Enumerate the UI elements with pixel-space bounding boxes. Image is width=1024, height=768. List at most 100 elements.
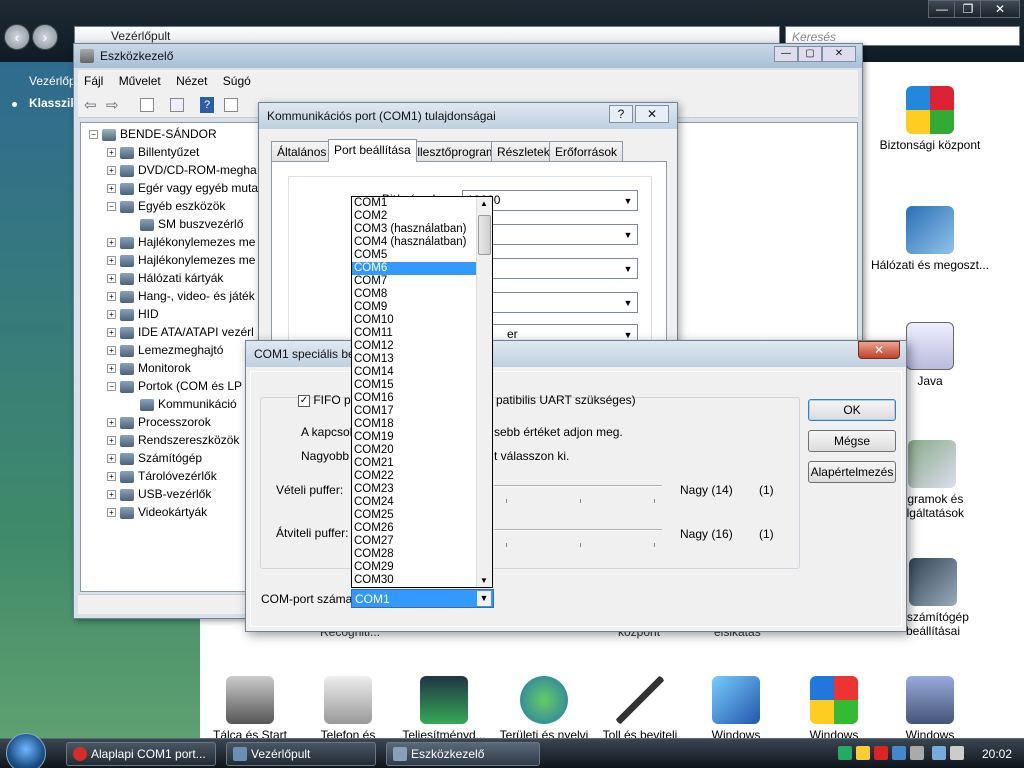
expand-icon[interactable]: + xyxy=(107,292,116,302)
tab-general[interactable]: Általános xyxy=(271,141,333,161)
list-icon[interactable] xyxy=(170,98,184,112)
forward-arrow-icon[interactable]: ⇨ xyxy=(106,96,119,114)
expand-icon[interactable]: + xyxy=(107,328,116,338)
com-option[interactable]: COM18 xyxy=(352,418,477,431)
com-option[interactable]: COM9 xyxy=(352,301,477,314)
expand-icon[interactable]: + xyxy=(107,454,116,464)
tray-icon[interactable] xyxy=(838,746,852,760)
tree-item[interactable]: + IDE ATA/ATAPI vezérl xyxy=(107,325,254,343)
expand-icon[interactable]: + xyxy=(107,238,116,248)
tree-item[interactable]: + Processzorok xyxy=(107,415,211,433)
tab-port-settings[interactable]: Port beállítása xyxy=(328,139,417,162)
tab-details[interactable]: Részletek xyxy=(491,141,556,161)
collapse-icon[interactable]: − xyxy=(107,202,116,212)
com-option[interactable]: COM26 xyxy=(352,522,477,535)
tree-item[interactable]: + DVD/CD-ROM-megha xyxy=(107,163,257,181)
close-button[interactable]: ✕ xyxy=(858,341,900,359)
tree-item[interactable]: SM buszvezérlő xyxy=(125,217,243,235)
com-option[interactable]: COM19 xyxy=(352,431,477,444)
expand-icon[interactable]: + xyxy=(107,418,116,428)
help-icon[interactable]: ? xyxy=(200,97,214,113)
com-option[interactable]: COM4 (használatban) xyxy=(352,236,477,249)
com-option[interactable]: COM24 xyxy=(352,496,477,509)
expand-icon[interactable]: + xyxy=(107,508,116,518)
collapse-icon[interactable]: − xyxy=(89,130,98,140)
com-option[interactable]: COM20 xyxy=(352,444,477,457)
com-option[interactable]: COM30 xyxy=(352,574,477,587)
expand-icon[interactable]: + xyxy=(107,364,116,374)
back-arrow-icon[interactable]: ⇦ xyxy=(84,96,97,114)
window-icon[interactable] xyxy=(224,98,238,112)
tree-item[interactable]: + Hálózati kártyák xyxy=(107,271,223,289)
help-button[interactable]: ? xyxy=(609,105,633,123)
expand-icon[interactable]: + xyxy=(107,256,116,266)
task-control-panel[interactable]: Vezérlőpult xyxy=(226,742,376,766)
tree-item[interactable]: + Billentyűzet xyxy=(107,145,199,163)
menu-help[interactable]: Súgó xyxy=(217,70,257,92)
task-browser[interactable]: Alaplapi COM1 port... xyxy=(66,742,216,766)
tree-root[interactable]: − BENDE-SÁNDOR xyxy=(89,127,217,145)
com-option[interactable]: COM27 xyxy=(352,535,477,548)
com-option[interactable]: COM15 xyxy=(352,379,477,392)
properties-icon[interactable] xyxy=(140,98,154,112)
com-option[interactable]: COM28 xyxy=(352,548,477,561)
menu-file[interactable]: Fájl xyxy=(78,70,109,92)
cp-item-network[interactable]: Hálózati és megoszt... xyxy=(870,206,990,272)
tray-icon[interactable] xyxy=(856,746,870,760)
tree-item[interactable]: − Portok (COM és LP xyxy=(107,379,242,397)
expand-icon[interactable]: + xyxy=(107,274,116,284)
expand-icon[interactable]: + xyxy=(107,346,116,356)
com-option[interactable]: COM11 xyxy=(352,327,477,340)
com-option[interactable]: COM25 xyxy=(352,509,477,522)
cp-item-sidebar[interactable]: Windows xyxy=(870,676,990,742)
close-button[interactable]: ✕ xyxy=(980,0,1020,18)
sidebar-item-home[interactable]: Vezérlőp xyxy=(29,74,76,88)
com-option[interactable]: COM17 xyxy=(352,405,477,418)
receive-buffer-slider[interactable] xyxy=(494,485,662,487)
com-option[interactable]: COM14 xyxy=(352,366,477,379)
scrollbar[interactable]: ▲ ▼ xyxy=(476,197,492,587)
menu-view[interactable]: Nézet xyxy=(170,70,213,92)
tray-icon[interactable] xyxy=(892,746,906,760)
expand-icon[interactable]: + xyxy=(107,310,116,320)
com-option[interactable]: COM12 xyxy=(352,340,477,353)
expand-icon[interactable]: + xyxy=(107,166,116,176)
transmit-buffer-slider[interactable] xyxy=(494,529,662,531)
maximize-button[interactable]: ▢ xyxy=(798,46,822,62)
cancel-button[interactable]: Mégse xyxy=(808,430,896,452)
tree-item[interactable]: + USB-vezérlők xyxy=(107,487,211,505)
com-option[interactable]: COM29 xyxy=(352,561,477,574)
cp-item-security[interactable]: Biztonsági központ xyxy=(870,86,990,152)
collapse-icon[interactable]: − xyxy=(107,382,116,392)
com-option[interactable]: COM5 xyxy=(352,249,477,262)
fifo-checkbox[interactable]: ✓ FIFO pu xyxy=(298,393,357,407)
ok-button[interactable]: OK xyxy=(808,399,896,421)
minimize-button[interactable]: — xyxy=(928,0,956,18)
maximize-button[interactable]: ❐ xyxy=(954,0,982,18)
tree-item[interactable]: + Hajlékonylemezes me xyxy=(107,253,255,271)
ati-icon[interactable] xyxy=(874,746,888,760)
scrollbar-thumb[interactable] xyxy=(478,215,491,255)
tree-item[interactable]: + Videokártyák xyxy=(107,505,207,523)
com-option[interactable]: COM21 xyxy=(352,457,477,470)
close-button[interactable]: ✕ xyxy=(635,105,669,123)
sidebar-item-classic[interactable]: Klasszik xyxy=(29,96,77,110)
tree-item[interactable]: + Egér vagy egyéb muta xyxy=(107,181,258,199)
com-option[interactable]: COM2 xyxy=(352,210,477,223)
close-button[interactable]: ✕ xyxy=(822,46,856,62)
tree-item[interactable]: + Hajlékonylemezes me xyxy=(107,235,255,253)
com-port-select[interactable]: COM1 ▼ xyxy=(351,589,494,608)
expand-icon[interactable]: + xyxy=(107,436,116,446)
com-option[interactable]: COM10 xyxy=(352,314,477,327)
tree-item[interactable]: Kommunikáció xyxy=(125,397,237,415)
com-option[interactable]: COM16 xyxy=(352,392,477,405)
expand-icon[interactable]: + xyxy=(107,490,116,500)
com-option[interactable]: COM8 xyxy=(352,288,477,301)
start-button[interactable] xyxy=(6,733,46,768)
tree-item[interactable]: + Monitorok xyxy=(107,361,191,379)
tree-item[interactable]: + Rendszereszközök xyxy=(107,433,239,451)
com-option[interactable]: COM3 (használatban) xyxy=(352,223,477,236)
com-option[interactable]: COM7 xyxy=(352,275,477,288)
expand-icon[interactable]: + xyxy=(107,148,116,158)
scroll-down-icon[interactable]: ▼ xyxy=(480,576,488,585)
